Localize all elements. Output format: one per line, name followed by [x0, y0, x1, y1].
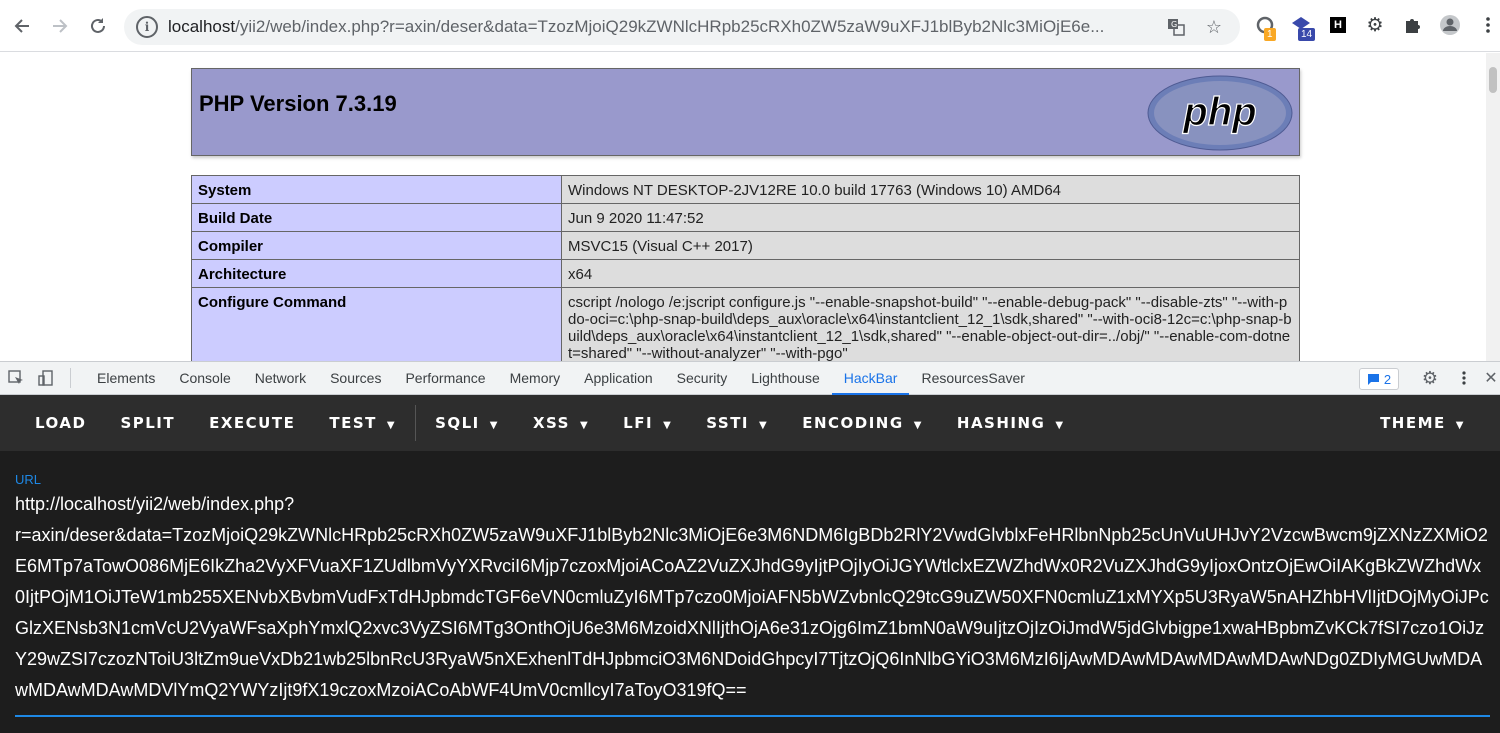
- chevron-down-icon: ▼: [386, 420, 397, 431]
- row-value: Jun 9 2020 11:47:52: [561, 203, 1300, 232]
- split-button[interactable]: SPLIT: [103, 395, 192, 451]
- message-icon: [1367, 374, 1379, 385]
- page-scrollbar[interactable]: [1486, 53, 1500, 361]
- tab-application[interactable]: Application: [572, 362, 665, 395]
- sqli-dropdown[interactable]: SQLI ▼: [418, 395, 516, 451]
- inspect-element-icon[interactable]: [4, 366, 28, 390]
- url-text-line: r=axin/deser&data=TzozMjoiQ29kZWNlcHRpb2…: [15, 525, 1489, 700]
- tab-hackbar[interactable]: HackBar: [831, 362, 910, 395]
- table-row: Build Date Jun 9 2020 11:47:52: [191, 203, 1300, 232]
- lfi-dropdown[interactable]: LFI ▼: [606, 395, 689, 451]
- tab-security[interactable]: Security: [665, 362, 740, 395]
- theme-dropdown-label: THEME: [1380, 414, 1446, 432]
- extension-h-icon[interactable]: H: [1327, 14, 1349, 36]
- lfi-dropdown-label: LFI: [623, 414, 654, 432]
- chevron-down-icon: ▼: [1455, 420, 1465, 431]
- table-row: System Windows NT DESKTOP-2JV12RE 10.0 b…: [191, 175, 1300, 204]
- tab-network[interactable]: Network: [243, 362, 318, 395]
- hackbar-menu: LOAD SPLIT EXECUTE TEST ▼ SQLI ▼ XSS ▼ LFI ▼…: [0, 395, 1500, 451]
- back-icon[interactable]: [4, 8, 40, 44]
- test-dropdown[interactable]: TEST ▼: [312, 395, 413, 451]
- svg-text:G: G: [1171, 20, 1177, 29]
- row-value: Windows NT DESKTOP-2JV12RE 10.0 build 17…: [561, 175, 1300, 204]
- tab-sources[interactable]: Sources: [318, 362, 393, 395]
- tab-performance[interactable]: Performance: [393, 362, 497, 395]
- sqli-dropdown-label: SQLI: [435, 414, 480, 432]
- tab-memory[interactable]: Memory: [498, 362, 573, 395]
- php-info-header: PHP Version 7.3.19 php: [191, 68, 1300, 156]
- chevron-down-icon: ▼: [913, 420, 923, 431]
- browser-menu-icon[interactable]: [1477, 14, 1499, 36]
- extension-1-badge: 1: [1264, 28, 1276, 41]
- devtools-settings-icon[interactable]: ⚙: [1418, 366, 1442, 390]
- extension-2-icon[interactable]: 14: [1290, 14, 1316, 41]
- row-key: Architecture: [191, 259, 562, 288]
- chevron-down-icon: ▼: [579, 420, 590, 431]
- row-value: cscript /nologo /e:jscript configure.js …: [561, 287, 1300, 361]
- hashing-dropdown[interactable]: HASHING ▼: [940, 395, 1082, 451]
- forward-icon[interactable]: [42, 8, 78, 44]
- browser-toolbar: i localhost/yii2/web/index.php?r=axin/de…: [0, 0, 1500, 52]
- table-row: Configure Command cscript /nologo /e:jsc…: [191, 287, 1300, 361]
- address-bar-url[interactable]: localhost/yii2/web/index.php?r=axin/dese…: [168, 17, 1158, 37]
- ssti-dropdown-label: SSTI: [706, 414, 750, 432]
- url-text-line: http://localhost/yii2/web/index.php?: [15, 494, 295, 514]
- encoding-dropdown[interactable]: ENCODING ▼: [785, 395, 940, 451]
- xss-dropdown[interactable]: XSS ▼: [516, 395, 606, 451]
- row-key: Compiler: [191, 231, 562, 260]
- execute-button[interactable]: EXECUTE: [192, 395, 312, 451]
- row-value: MSVC15 (Visual C++ 2017): [561, 231, 1300, 260]
- php-logo[interactable]: php: [1147, 75, 1293, 151]
- tab-console[interactable]: Console: [167, 362, 242, 395]
- address-bar[interactable]: i localhost/yii2/web/index.php?r=axin/de…: [124, 9, 1240, 45]
- ssti-dropdown[interactable]: SSTI ▼: [689, 395, 785, 451]
- device-toggle-icon[interactable]: [34, 366, 58, 390]
- hashing-dropdown-label: HASHING: [956, 414, 1046, 432]
- url-field-underline: [15, 715, 1490, 717]
- page-viewport: PHP Version 7.3.19 php System Windows NT…: [0, 53, 1500, 361]
- extensions-puzzle-icon[interactable]: [1401, 14, 1423, 36]
- chevron-down-icon: ▼: [489, 420, 499, 431]
- row-value: x64: [561, 259, 1300, 288]
- theme-dropdown[interactable]: THEME ▼: [1363, 395, 1482, 451]
- tab-resourcessaver[interactable]: ResourcesSaver: [909, 362, 1037, 395]
- table-row: Architecture x64: [191, 259, 1300, 288]
- xss-dropdown-label: XSS: [532, 414, 570, 432]
- site-info-icon[interactable]: i: [136, 16, 158, 38]
- scrollbar-thumb[interactable]: [1489, 67, 1497, 93]
- url-textarea[interactable]: http://localhost/yii2/web/index.php? r=ax…: [15, 489, 1490, 706]
- profile-avatar-icon[interactable]: [1439, 14, 1461, 36]
- bookmark-star-icon[interactable]: ☆: [1204, 17, 1224, 37]
- chevron-down-icon: ▼: [1055, 420, 1065, 431]
- row-key: System: [191, 175, 562, 204]
- devtools-tab-bar: Elements Console Network Sources Perform…: [0, 361, 1500, 395]
- php-info-table: System Windows NT DESKTOP-2JV12RE 10.0 b…: [191, 175, 1300, 361]
- php-logo-text: php: [1182, 90, 1256, 134]
- php-version-title: PHP Version 7.3.19: [199, 91, 397, 116]
- chevron-down-icon: ▼: [759, 420, 769, 431]
- encoding-dropdown-label: ENCODING: [802, 414, 904, 432]
- row-key: Configure Command: [191, 287, 562, 361]
- reload-icon[interactable]: [80, 8, 116, 44]
- translate-icon[interactable]: G: [1166, 17, 1186, 37]
- extension-gear-icon[interactable]: ⚙: [1364, 14, 1386, 36]
- message-count: 2: [1383, 371, 1392, 387]
- row-key: Build Date: [191, 203, 562, 232]
- extension-1-icon[interactable]: 1: [1254, 14, 1276, 41]
- tab-lighthouse[interactable]: Lighthouse: [739, 362, 832, 395]
- hackbar-body: URL http://localhost/yii2/web/index.php?…: [0, 451, 1500, 733]
- test-dropdown-label: TEST: [329, 414, 377, 432]
- tab-elements[interactable]: Elements: [85, 362, 167, 395]
- table-row: Compiler MSVC15 (Visual C++ 2017): [191, 231, 1300, 260]
- devtools-menu-icon[interactable]: [1452, 366, 1476, 390]
- chevron-down-icon: ▼: [663, 420, 673, 431]
- tab-divider: [70, 368, 71, 388]
- menu-divider: [415, 405, 417, 441]
- devtools-close-icon[interactable]: ✕: [1484, 366, 1498, 390]
- load-button[interactable]: LOAD: [18, 395, 103, 451]
- extension-2-badge: 14: [1298, 28, 1316, 41]
- messages-badge[interactable]: 2: [1359, 368, 1399, 390]
- url-field-label: URL: [15, 472, 42, 487]
